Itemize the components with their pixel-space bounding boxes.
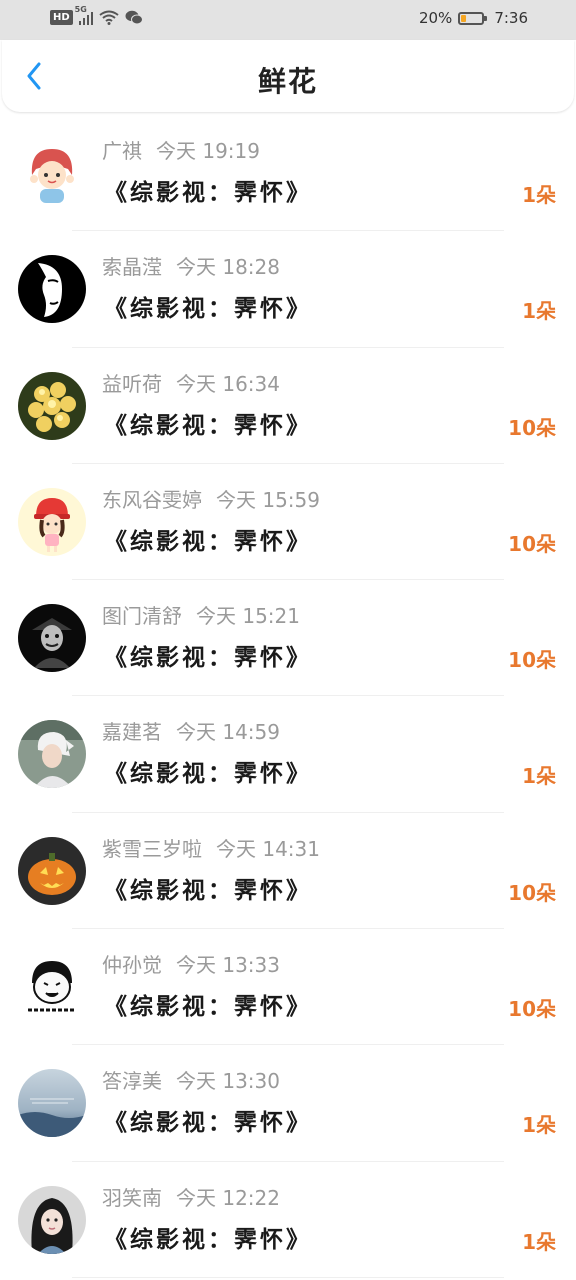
battery-icon (458, 11, 488, 25)
item-meta: 广祺 今天 19:19 (102, 135, 260, 164)
hd-badge: HD (50, 10, 73, 25)
status-bar: HD 5G 20% 7:36 (0, 0, 576, 40)
network-type: 5G (74, 4, 87, 14)
book-title[interactable]: 《综影视：霁怀》 (104, 522, 312, 556)
user-name[interactable]: 答淳美 (102, 1069, 162, 1093)
item-meta: 东风谷雯婷 今天 15:59 (102, 484, 320, 513)
status-left: HD 5G (50, 5, 143, 25)
page-title: 鲜花 (257, 65, 318, 98)
flower-count: 1朵 (522, 1229, 556, 1254)
user-name[interactable]: 紫雪三岁啦 (102, 837, 202, 861)
user-name[interactable]: 广祺 (102, 139, 142, 163)
item-meta: 答淳美 今天 13:30 (102, 1065, 280, 1094)
book-title[interactable]: 《综影视：霁怀》 (104, 754, 312, 788)
item-meta: 紫雪三岁啦 今天 14:31 (102, 833, 320, 862)
flower-list: 广祺 今天 19:19 《综影视：霁怀》 1朵 索晶滢 今天 18:28 《综影视：霁怀》 1… (0, 115, 576, 1278)
flower-count: 10朵 (508, 880, 556, 905)
user-name[interactable]: 仲孙觉 (102, 953, 162, 977)
book-title[interactable]: 《综影视：霁怀》 (104, 638, 312, 672)
user-name[interactable]: 羽笑南 (102, 1186, 162, 1210)
flower-count: 1朵 (522, 764, 556, 789)
flower-count: 10朵 (508, 997, 556, 1022)
flower-count: 1朵 (522, 183, 556, 207)
wechat-icon (125, 10, 143, 25)
user-name[interactable]: 东风谷雯婷 (102, 488, 202, 512)
list-item[interactable]: 答淳美 今天 13:30 《综影视：霁怀》 1朵 (0, 1045, 576, 1162)
flower-count: 1朵 (522, 1113, 556, 1138)
list-item[interactable]: 广祺 今天 19:19 《综影视：霁怀》 1朵 (0, 115, 576, 232)
list-item[interactable]: 图门清舒 今天 15:21 《综影视：霁怀》 10朵 (0, 580, 576, 697)
signal-icon: 5G (75, 5, 93, 25)
avatar[interactable] (18, 139, 86, 207)
book-title[interactable]: 《综影视：霁怀》 (104, 406, 312, 440)
list-item[interactable]: 仲孙觉 今天 13:33 《综影视：霁怀》 10朵 (0, 929, 576, 1046)
user-name[interactable]: 嘉建茗 (102, 720, 162, 744)
timestamp: 今天 15:59 (216, 487, 320, 512)
item-meta: 仲孙觉 今天 13:33 (102, 949, 280, 978)
avatar[interactable] (18, 1185, 86, 1254)
battery-percent: 20% (418, 9, 453, 27)
timestamp: 今天 13:33 (176, 953, 280, 978)
avatar[interactable] (18, 953, 86, 1022)
clock: 7:36 (494, 9, 528, 27)
avatar[interactable] (18, 604, 86, 673)
timestamp: 今天 14:59 (176, 720, 280, 745)
avatar[interactable] (18, 720, 86, 789)
avatar[interactable] (18, 1069, 86, 1138)
list-item[interactable]: 嘉建茗 今天 14:59 《综影视：霁怀》 1朵 (0, 696, 576, 813)
timestamp: 今天 13:30 (176, 1069, 280, 1094)
wifi-icon (99, 10, 119, 25)
book-title[interactable]: 《综影视：霁怀》 (104, 1220, 312, 1254)
avatar[interactable] (18, 255, 86, 324)
flower-count: 10朵 (508, 415, 556, 440)
flower-count: 1朵 (522, 299, 556, 324)
list-item[interactable]: 羽笑南 今天 12:22 《综影视：霁怀》 1朵 (0, 1162, 576, 1278)
book-title[interactable]: 《综影视：霁怀》 (104, 289, 312, 323)
list-item[interactable]: 索晶滢 今天 18:28 《综影视：霁怀》 1朵 (0, 231, 576, 348)
book-title[interactable]: 《综影视：霁怀》 (104, 173, 312, 207)
status-right: 20% 7:36 (419, 9, 528, 27)
avatar[interactable] (18, 487, 86, 556)
avatar[interactable] (18, 371, 86, 440)
item-meta: 益听荷 今天 16:34 (102, 368, 280, 397)
timestamp: 今天 19:19 (156, 139, 260, 163)
timestamp: 今天 16:34 (176, 371, 280, 396)
timestamp: 今天 12:22 (176, 1185, 280, 1210)
list-item[interactable]: 东风谷雯婷 今天 15:59 《综影视：霁怀》 10朵 (0, 464, 576, 581)
book-title[interactable]: 《综影视：霁怀》 (104, 871, 312, 905)
item-meta: 羽笑南 今天 12:22 (102, 1182, 280, 1211)
user-name[interactable]: 益听荷 (102, 372, 162, 396)
flower-count: 10朵 (508, 531, 556, 556)
list-item[interactable]: 益听荷 今天 16:34 《综影视：霁怀》 10朵 (0, 348, 576, 464)
item-meta: 图门清舒 今天 15:21 (102, 600, 300, 629)
user-name[interactable]: 索晶滢 (102, 255, 162, 279)
list-item[interactable]: 紫雪三岁啦 今天 14:31 《综影视：霁怀》 10朵 (0, 813, 576, 930)
divider (72, 1276, 504, 1278)
timestamp: 今天 14:31 (216, 836, 320, 861)
user-name[interactable]: 图门清舒 (102, 604, 182, 628)
avatar[interactable] (18, 836, 86, 905)
header: 鲜花 (2, 40, 574, 112)
timestamp: 今天 15:21 (196, 604, 300, 629)
flower-count: 10朵 (508, 648, 556, 673)
book-title[interactable]: 《综影视：霁怀》 (104, 1103, 312, 1137)
item-meta: 索晶滢 今天 18:28 (102, 251, 280, 280)
timestamp: 今天 18:28 (176, 255, 280, 280)
book-title[interactable]: 《综影视：霁怀》 (104, 987, 312, 1021)
item-meta: 嘉建茗 今天 14:59 (102, 716, 280, 745)
